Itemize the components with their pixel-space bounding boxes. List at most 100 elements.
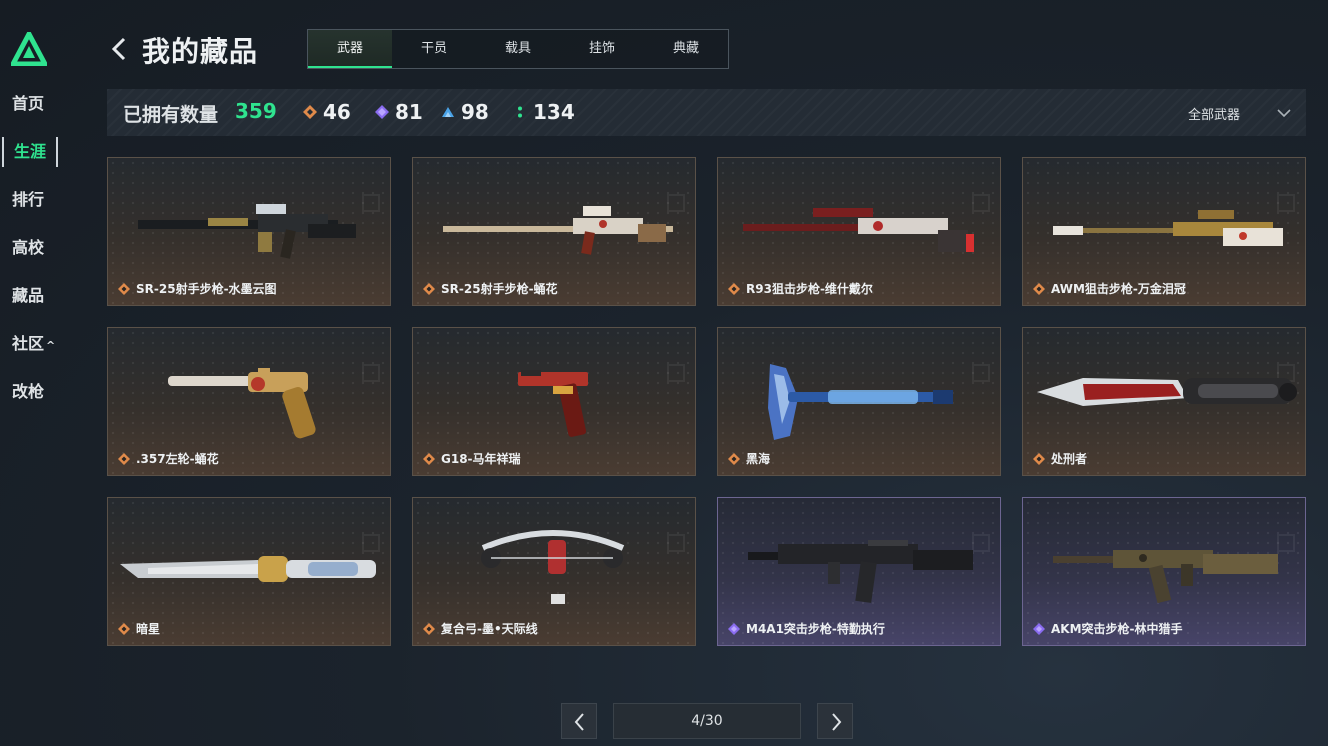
- item-name-row: AKM突击步枪-林中猎手: [1033, 620, 1183, 637]
- sidebar-item-gunsmith[interactable]: 改枪: [12, 377, 44, 407]
- rarity-green-count: 134: [513, 100, 575, 124]
- owned-count: 359: [235, 99, 277, 123]
- weapon-image: [1037, 378, 1297, 406]
- collection-grid: SR-25射手步枪-水墨云图 SR-25射手步枪-蛹花 R93狙击步枪-维什戴尔…: [107, 157, 1307, 647]
- tab-charms[interactable]: 挂饰: [560, 30, 644, 68]
- orange-diamond-icon: [423, 282, 435, 295]
- green-dots-icon: [518, 106, 522, 118]
- item-card[interactable]: SR-25射手步枪-水墨云图: [107, 157, 391, 306]
- back-arrow-icon[interactable]: [108, 34, 132, 64]
- tab-vehicles[interactable]: 载具: [476, 30, 560, 68]
- weapon-image: [743, 208, 974, 252]
- blue-triangle-icon: [442, 107, 454, 117]
- tab-weapons[interactable]: 武器: [308, 30, 392, 68]
- rarity-blue-count: 98: [441, 100, 489, 124]
- item-card[interactable]: R93狙击步枪-维什戴尔: [717, 157, 1001, 306]
- item-name: SR-25射手步枪-水墨云图: [136, 282, 277, 296]
- sidebar-item-career[interactable]: 生涯: [2, 137, 59, 167]
- item-name: M4A1突击步枪-特勤执行: [746, 622, 885, 636]
- item-name-row: 复合弓-墨•天际线: [423, 620, 538, 637]
- page-indicator: 4/30: [613, 703, 801, 739]
- chevron-down-icon: [1277, 109, 1291, 118]
- item-card[interactable]: .357左轮-蛹花: [107, 327, 391, 476]
- orange-diamond-icon: [728, 452, 740, 465]
- orange-diamond-icon: [118, 622, 130, 635]
- weapon-image: [768, 364, 953, 440]
- rarity-orange-count: 46: [303, 100, 351, 124]
- weapon-image: [481, 530, 625, 604]
- item-name-row: M4A1突击步枪-特勤执行: [728, 620, 885, 637]
- item-card[interactable]: 暗星: [107, 497, 391, 646]
- category-tabs: 武器 干员 载具 挂饰 典藏: [307, 29, 729, 69]
- sidebar-item-label: 社区: [12, 334, 45, 353]
- item-name: 黑海: [746, 452, 771, 466]
- purple-diamond-icon: [1033, 622, 1045, 635]
- weapon-image: [120, 556, 376, 582]
- orange-diamond-icon: [423, 452, 435, 465]
- sidebar-item-collection[interactable]: 藏品: [12, 281, 44, 311]
- stats-bar: 已拥有数量 359 46 81 98 134 全部武器: [107, 89, 1306, 136]
- item-name: 处刑者: [1051, 452, 1088, 466]
- item-card[interactable]: 黑海: [717, 327, 1001, 476]
- page-title: 我的藏品: [142, 35, 259, 68]
- orange-diamond-icon: [1033, 452, 1045, 465]
- item-card[interactable]: AKM突击步枪-林中猎手: [1022, 497, 1306, 646]
- weapon-image: [1053, 550, 1278, 604]
- item-card[interactable]: M4A1突击步枪-特勤执行: [717, 497, 1001, 646]
- next-page-button[interactable]: [817, 703, 853, 739]
- sidebar-item-university[interactable]: 高校: [12, 233, 44, 263]
- item-name-row: .357左轮-蛹花: [118, 450, 219, 467]
- tab-operators[interactable]: 干员: [392, 30, 476, 68]
- item-name: .357左轮-蛹花: [136, 452, 219, 466]
- weapon-image: [168, 368, 316, 439]
- item-name-row: 处刑者: [1033, 450, 1087, 467]
- chevron-right-icon: [832, 713, 842, 731]
- rarity-count: 98: [461, 100, 489, 124]
- owned-label: 已拥有数量: [123, 104, 219, 126]
- item-name: R93狙击步枪-维什戴尔: [746, 282, 873, 296]
- app-logo-icon: [11, 32, 47, 66]
- item-card[interactable]: 处刑者: [1022, 327, 1306, 476]
- item-name-row: 暗星: [118, 620, 160, 637]
- orange-diamond-icon: [118, 282, 130, 295]
- weapon-image: [518, 370, 588, 437]
- weapon-image: [1053, 210, 1283, 246]
- caret-up-icon: ^: [46, 339, 56, 352]
- weapon-filter-dropdown[interactable]: 全部武器: [1188, 102, 1292, 124]
- item-name: SR-25射手步枪-蛹花: [441, 282, 558, 296]
- orange-diamond-icon: [303, 105, 317, 119]
- sidebar-item-community[interactable]: 社区 ^: [12, 329, 55, 359]
- rarity-count: 81: [395, 100, 423, 124]
- item-name: 复合弓-墨•天际线: [441, 622, 538, 636]
- weapon-image: [138, 204, 356, 259]
- item-card[interactable]: AWM狙击步枪-万金泪冠: [1022, 157, 1306, 306]
- item-name-row: R93狙击步枪-维什戴尔: [728, 280, 873, 297]
- item-name-row: AWM狙击步枪-万金泪冠: [1033, 280, 1186, 297]
- orange-diamond-icon: [1033, 282, 1045, 295]
- rarity-purple-count: 81: [375, 100, 423, 124]
- item-name-row: SR-25射手步枪-水墨云图: [118, 280, 277, 297]
- purple-diamond-icon: [375, 105, 389, 119]
- weapon-image: [443, 206, 673, 255]
- orange-diamond-icon: [728, 282, 740, 295]
- sidebar-item-home[interactable]: 首页: [12, 89, 44, 119]
- filter-label: 全部武器: [1187, 107, 1240, 123]
- item-name: AWM狙击步枪-万金泪冠: [1051, 282, 1186, 296]
- rarity-count: 46: [323, 100, 351, 124]
- item-name-row: 黑海: [728, 450, 770, 467]
- chevron-left-icon: [574, 713, 584, 731]
- purple-diamond-icon: [728, 622, 740, 635]
- item-name-row: G18-马年祥瑞: [423, 450, 521, 467]
- sidebar-item-ranking[interactable]: 排行: [12, 185, 44, 215]
- weapon-image: [748, 540, 973, 603]
- item-name-row: SR-25射手步枪-蛹花: [423, 280, 558, 297]
- orange-diamond-icon: [423, 622, 435, 635]
- item-card[interactable]: G18-马年祥瑞: [412, 327, 696, 476]
- tab-collector[interactable]: 典藏: [644, 30, 728, 68]
- item-card[interactable]: SR-25射手步枪-蛹花: [412, 157, 696, 306]
- rarity-count: 134: [533, 100, 575, 124]
- item-card[interactable]: 复合弓-墨•天际线: [412, 497, 696, 646]
- item-name: AKM突击步枪-林中猎手: [1051, 622, 1183, 636]
- prev-page-button[interactable]: [561, 703, 597, 739]
- item-name: G18-马年祥瑞: [441, 452, 521, 466]
